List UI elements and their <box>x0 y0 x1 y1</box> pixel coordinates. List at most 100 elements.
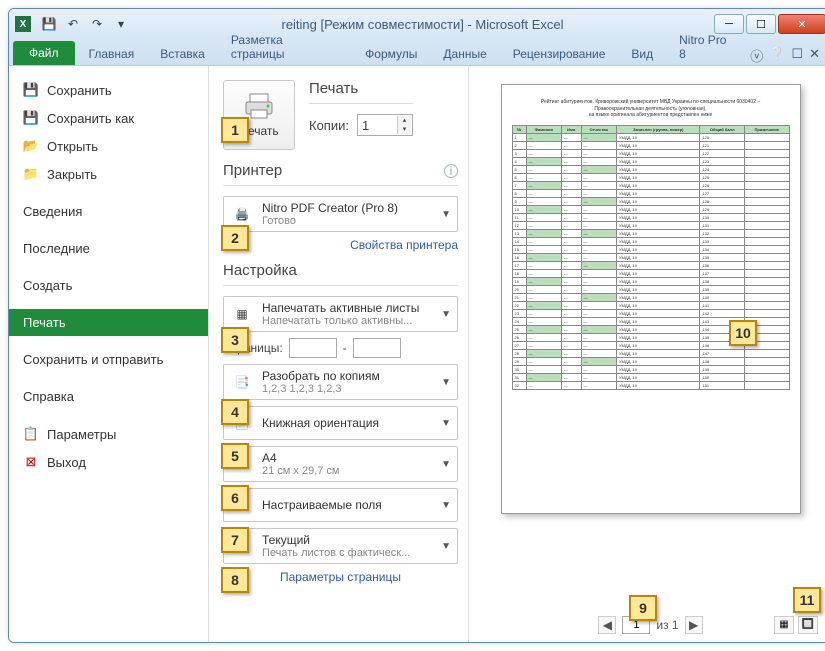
menu-save-label: Сохранить <box>47 83 112 98</box>
redo-icon[interactable]: ↷ <box>87 14 107 34</box>
chevron-down-icon: ▼ <box>441 309 451 320</box>
tab-insert[interactable]: Вставка <box>148 43 217 65</box>
menu-share-label: Сохранить и отправить <box>23 352 163 367</box>
tab-nitro[interactable]: Nitro Pro 8 <box>667 29 748 65</box>
menu-open-label: Открыть <box>47 139 98 154</box>
tab-review[interactable]: Рецензирование <box>501 43 618 65</box>
menu-help-label: Справка <box>23 389 74 404</box>
tab-data[interactable]: Данные <box>431 43 498 65</box>
printer-icon <box>242 92 276 120</box>
zoom-page-button[interactable]: 🔲 <box>798 616 818 634</box>
spin-up-icon[interactable]: ▴ <box>397 116 411 125</box>
callout-9: 9 <box>629 595 657 621</box>
pages-to-input[interactable] <box>353 338 401 358</box>
callout-4: 4 <box>221 399 249 425</box>
pages-to-sep: - <box>343 341 347 355</box>
print-what-dropdown[interactable]: ▦ Напечатать активные листыНапечатать то… <box>223 296 458 332</box>
settings-section-title: Настройка <box>223 262 458 279</box>
close-button[interactable]: ✕ <box>778 14 825 34</box>
scaling-sub: Печать листов с фактическ... <box>262 547 433 559</box>
printer-section-title: Принтерi <box>223 162 458 179</box>
close-file-icon: 📁 <box>23 166 39 182</box>
printer-properties-link[interactable]: Свойства принтера <box>223 238 458 252</box>
menu-close[interactable]: 📁Закрыть <box>9 160 208 188</box>
print-section-title: Печать <box>309 80 413 97</box>
printer-device-icon: 🖨️ <box>230 202 254 226</box>
maximize-button[interactable]: ☐ <box>746 14 776 34</box>
prev-page-button[interactable]: ◀ <box>598 616 616 634</box>
menu-open[interactable]: 📂Открыть <box>9 132 208 160</box>
tab-formulas[interactable]: Формулы <box>353 43 429 65</box>
menu-exit[interactable]: ⊠ Выход <box>9 448 208 476</box>
tab-home[interactable]: Главная <box>77 43 147 65</box>
print-settings-pane: Печать Печать Копии: 1 ▴▾ Принтерi <box>209 66 469 642</box>
quick-access-toolbar: 💾 ↶ ↷ ▾ <box>39 14 131 34</box>
menu-share[interactable]: Сохранить и отправить <box>9 346 208 373</box>
menu-exit-label: Выход <box>47 455 86 470</box>
info-icon[interactable]: i <box>444 164 458 178</box>
collate-dropdown[interactable]: 📑 Разобрать по копиям1,2,3 1,2,3 1,2,3 ▼ <box>223 364 458 400</box>
app-window: X 💾 ↶ ↷ ▾ reiting [Режим совместимости] … <box>8 8 825 643</box>
menu-save-as[interactable]: 💾 Сохранить как <box>9 104 208 132</box>
callout-1: 1 <box>221 117 249 143</box>
tab-view[interactable]: Вид <box>619 43 665 65</box>
save-icon: 💾 <box>23 82 39 98</box>
callout-3: 3 <box>221 327 249 353</box>
window-close-icon[interactable]: ✕ <box>809 46 820 65</box>
callout-5: 5 <box>221 443 249 469</box>
menu-options[interactable]: 📋 Параметры <box>9 420 208 448</box>
qat-dropdown-icon[interactable]: ▾ <box>111 14 131 34</box>
exit-icon: ⊠ <box>23 454 39 470</box>
menu-print-label: Печать <box>23 315 66 330</box>
undo-icon[interactable]: ↶ <box>63 14 83 34</box>
printer-dropdown[interactable]: 🖨️ Nitro PDF Creator (Pro 8)Готово ▼ <box>223 196 458 232</box>
help-icon[interactable]: ❔ <box>769 46 785 65</box>
minimize-ribbon-icon[interactable]: ⓥ <box>750 46 763 65</box>
margins-label: Настраиваемые поля <box>262 498 433 512</box>
margins-dropdown[interactable]: ✧ Настраиваемые поля ▼ <box>223 488 458 522</box>
callout-7: 7 <box>221 527 249 553</box>
menu-new[interactable]: Создать <box>9 272 208 299</box>
save-as-icon: 💾 <box>23 110 39 126</box>
save-icon[interactable]: 💾 <box>39 14 59 34</box>
callout-6: 6 <box>221 485 249 511</box>
orientation-dropdown[interactable]: 📄 Книжная ориентация ▼ <box>223 406 458 440</box>
menu-new-label: Создать <box>23 278 72 293</box>
show-margins-button[interactable]: ▦ <box>774 616 794 634</box>
backstage-view: 💾 Сохранить 💾 Сохранить как 📂Открыть 📁Закр… <box>9 65 825 642</box>
menu-save[interactable]: 💾 Сохранить <box>9 76 208 104</box>
next-page-button[interactable]: ▶ <box>685 616 703 634</box>
chevron-down-icon: ▼ <box>441 500 451 511</box>
menu-recent[interactable]: Последние <box>9 235 208 262</box>
callout-2: 2 <box>221 225 249 251</box>
pages-from-input[interactable] <box>289 338 337 358</box>
menu-options-label: Параметры <box>47 427 116 442</box>
sheets-icon: ▦ <box>230 302 254 326</box>
options-icon: 📋 <box>23 426 39 442</box>
collate-sub: 1,2,3 1,2,3 1,2,3 <box>262 383 433 395</box>
paper-dropdown[interactable]: ▭ A421 см x 29,7 см ▼ <box>223 446 458 482</box>
window-restore-icon[interactable]: ☐ <box>791 46 803 65</box>
orientation-label: Книжная ориентация <box>262 416 433 430</box>
chevron-down-icon: ▼ <box>441 209 451 220</box>
chevron-down-icon: ▼ <box>441 459 451 470</box>
menu-help[interactable]: Справка <box>9 383 208 410</box>
print-what-sub: Напечатать только активны... <box>262 315 433 327</box>
copies-input[interactable]: 1 ▴▾ <box>357 114 413 136</box>
tab-page-layout[interactable]: Разметка страницы <box>219 29 351 65</box>
page-preview: Рейтинг абитуриентов. Криворожский униве… <box>501 84 801 514</box>
excel-icon: X <box>15 16 31 32</box>
callout-8: 8 <box>221 567 249 593</box>
paper-sub: 21 см x 29,7 см <box>262 465 433 477</box>
menu-save-as-label: Сохранить как <box>47 111 134 126</box>
scaling-dropdown[interactable]: ⎙ ТекущийПечать листов с фактическ... ▼ <box>223 528 458 564</box>
page-setup-link[interactable]: Параметры страницы <box>223 570 458 584</box>
print-what-label: Напечатать активные листы <box>262 301 433 315</box>
chevron-down-icon: ▼ <box>441 418 451 429</box>
callout-11: 11 <box>793 587 821 613</box>
spin-down-icon[interactable]: ▾ <box>397 125 411 134</box>
tab-file[interactable]: Файл <box>13 41 75 65</box>
menu-print[interactable]: Печать <box>9 309 208 336</box>
collate-icon: 📑 <box>230 370 254 394</box>
menu-info[interactable]: Сведения <box>9 198 208 225</box>
